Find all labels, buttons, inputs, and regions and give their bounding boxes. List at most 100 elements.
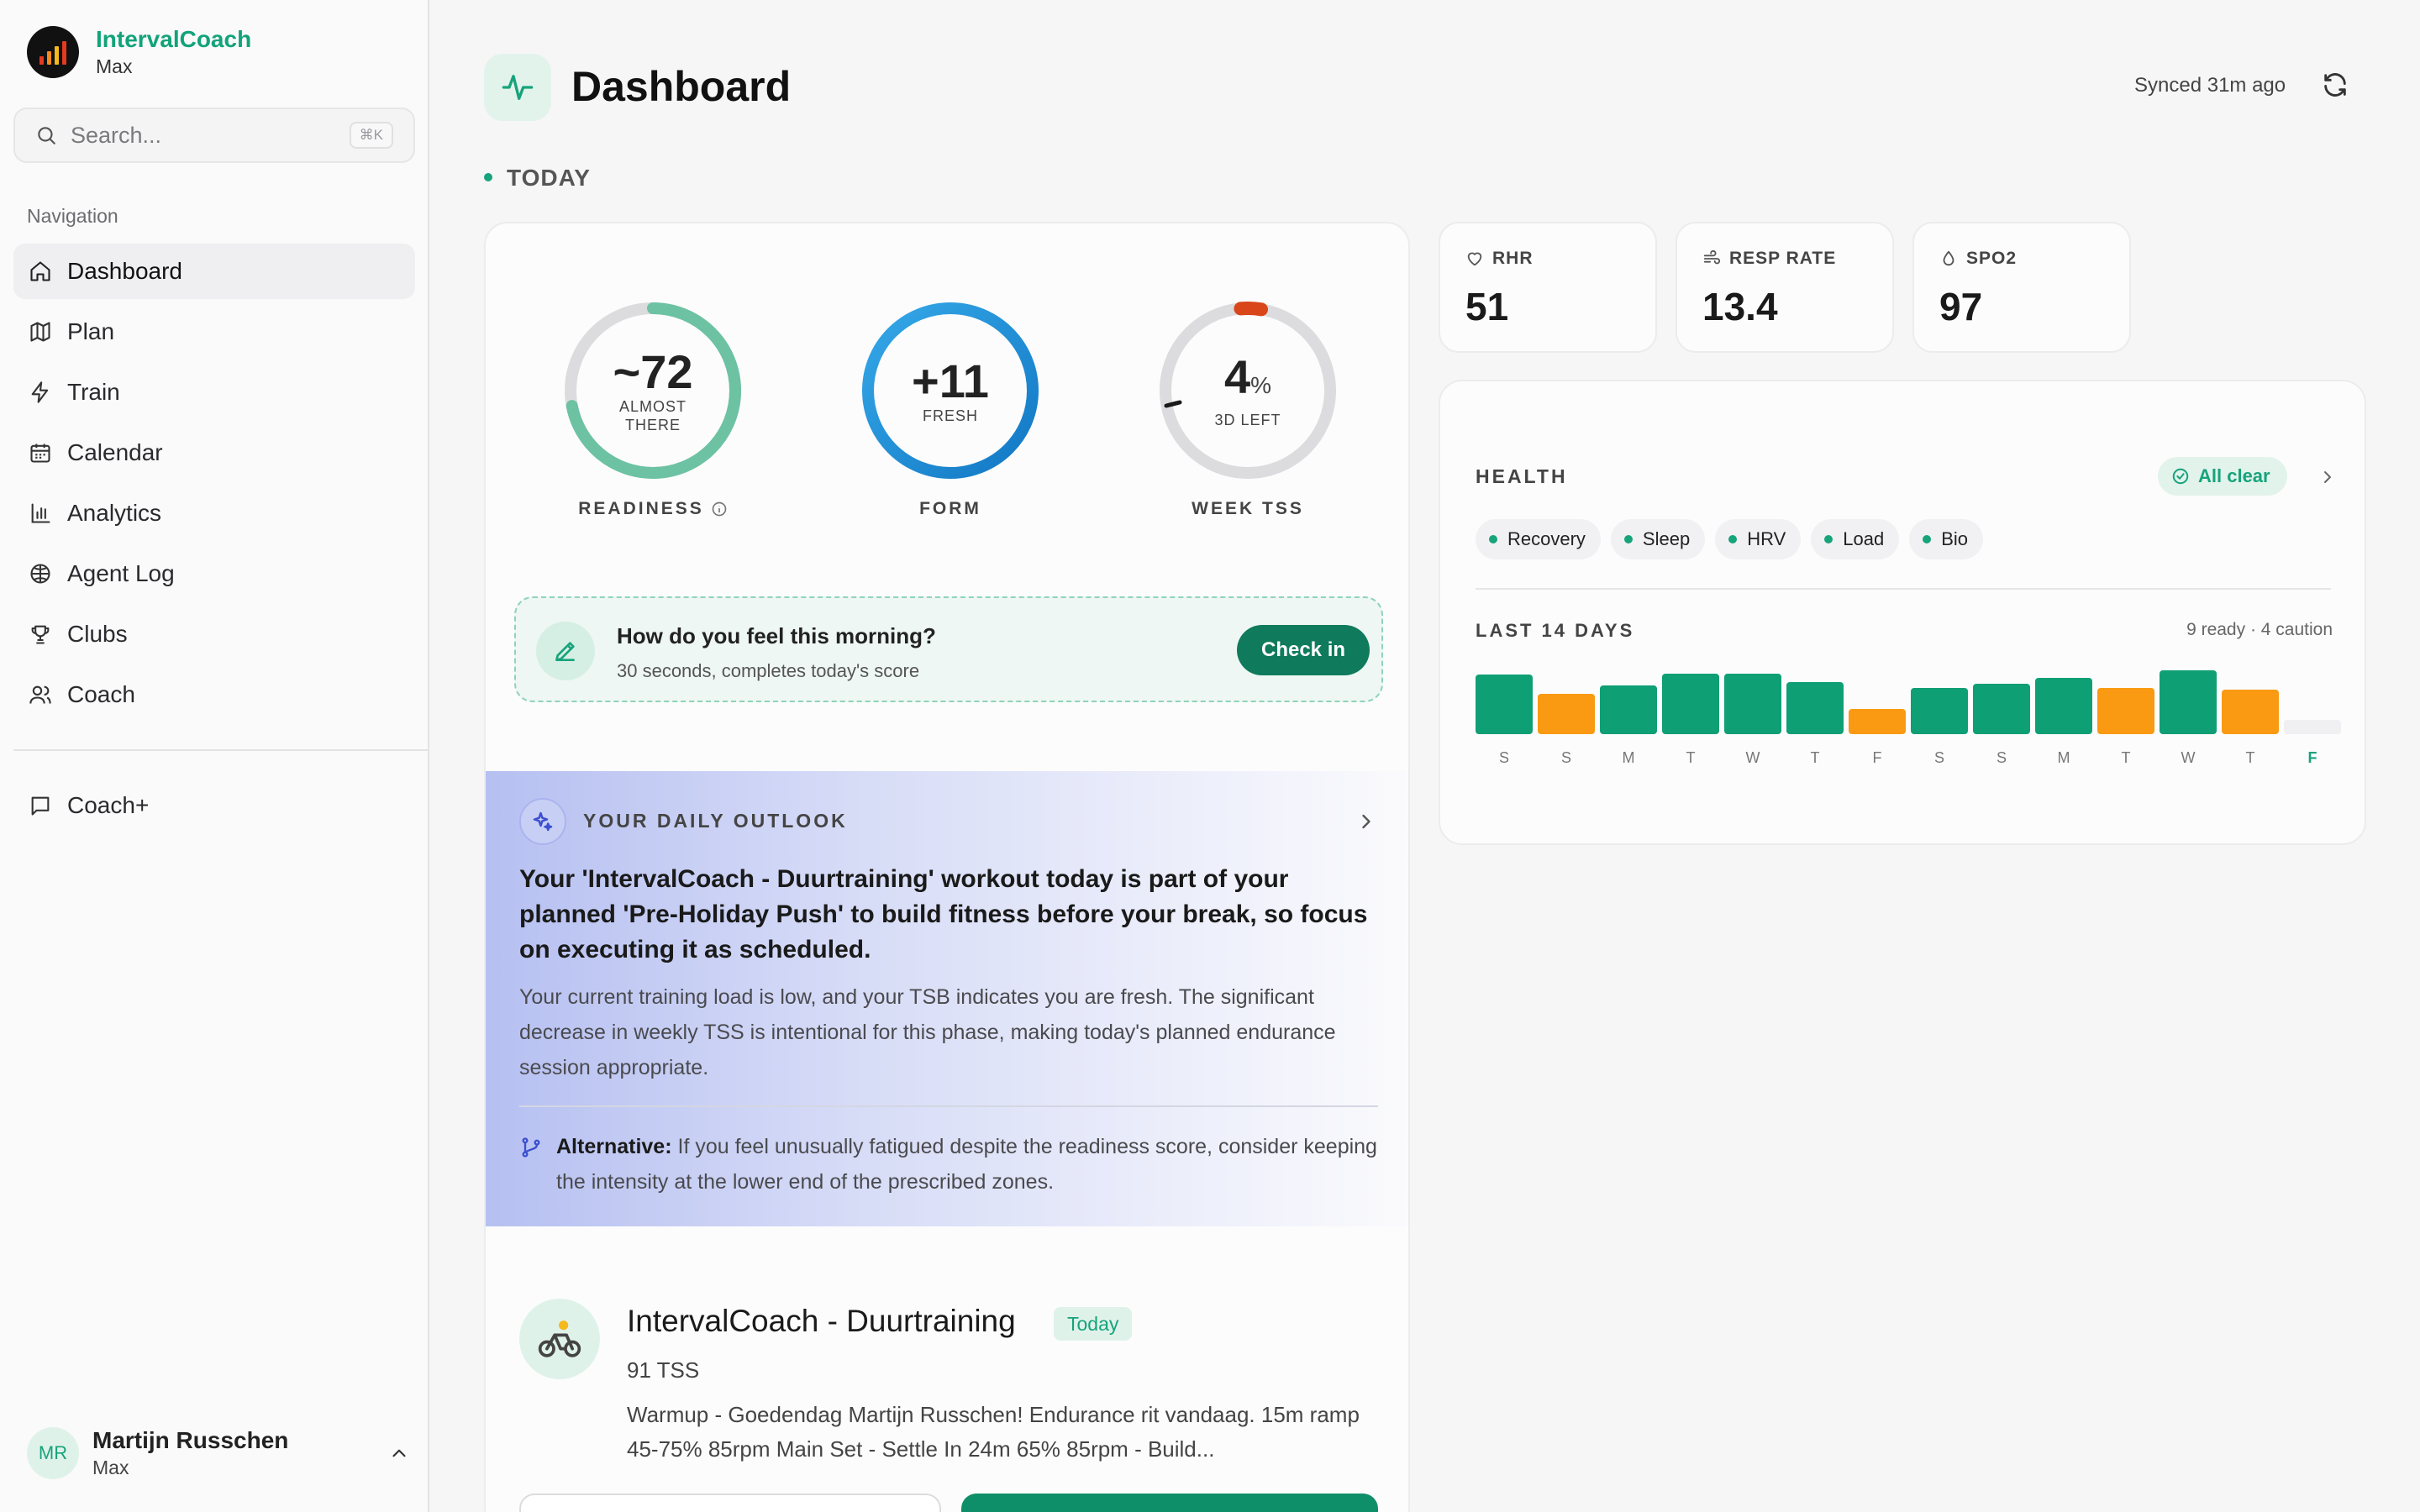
- sidebar-item-label: Analytics: [67, 500, 162, 526]
- chevron-up-icon: [392, 1449, 406, 1457]
- chip-label: HRV: [1747, 528, 1786, 549]
- sidebar-item-coach-plus[interactable]: Coach+: [13, 778, 415, 833]
- day-bar[interactable]: [1786, 682, 1844, 734]
- pencil-icon: [536, 622, 595, 680]
- health-card: HEALTH All clear Recovery Sleep HRV Load…: [1439, 380, 2366, 845]
- day-label: S: [1498, 749, 1509, 766]
- status-dot: [1489, 535, 1497, 543]
- form-status: FRESH: [922, 407, 978, 424]
- daily-outlook[interactable]: YOUR DAILY OUTLOOK Your 'IntervalCoach -…: [486, 771, 1408, 1226]
- trophy-icon: [27, 621, 54, 648]
- week-tss-value: 4%: [1224, 352, 1271, 411]
- sidebar-item-label: Coach+: [67, 792, 150, 818]
- day-label: W: [1745, 749, 1760, 766]
- day-bar[interactable]: [1911, 688, 1968, 734]
- day-bar[interactable]: [2035, 678, 2092, 734]
- chip-hrv[interactable]: HRV: [1715, 519, 1802, 559]
- user-menu[interactable]: MR Martijn Russchen Max: [27, 1426, 410, 1480]
- status-dot: [1728, 535, 1738, 543]
- sidebar-item-calendar[interactable]: Calendar: [13, 425, 415, 480]
- day-bar[interactable]: [1538, 694, 1595, 734]
- chip-sleep[interactable]: Sleep: [1610, 519, 1706, 559]
- resp-rate-card[interactable]: RESP RATE 13.4: [1676, 222, 1894, 353]
- nav-divider: [13, 749, 429, 751]
- wind-icon: [1703, 249, 1721, 265]
- day-bar[interactable]: [1724, 674, 1781, 734]
- health-status-badge[interactable]: All clear: [2158, 457, 2287, 496]
- activity-icon: [484, 54, 551, 121]
- bicycle-icon: [519, 1299, 600, 1379]
- form-ring[interactable]: +11 FRESH FORM: [860, 301, 1040, 519]
- outlook-headline: Your 'IntervalCoach - Duurtraining' work…: [519, 865, 1368, 963]
- sync-status: Synced 31m ago: [2134, 74, 2286, 97]
- chip-label: Load: [1843, 528, 1885, 549]
- day-bar[interactable]: [2097, 688, 2154, 734]
- day-label: S: [1933, 749, 1944, 766]
- workout-title[interactable]: IntervalCoach - Duurtraining: [627, 1304, 1016, 1339]
- sidebar-item-coach[interactable]: Coach: [13, 667, 415, 722]
- git-branch-icon: [522, 1137, 540, 1158]
- day-bar[interactable]: [1973, 684, 2030, 734]
- sidebar-item-analytics[interactable]: Analytics: [13, 486, 415, 541]
- sidebar-item-clubs[interactable]: Clubs: [13, 606, 415, 662]
- morning-checkin: How do you feel this morning? 30 seconds…: [514, 596, 1383, 702]
- day-bar[interactable]: [1600, 685, 1657, 734]
- day-bar[interactable]: [2160, 670, 2217, 734]
- sidebar-item-label: Agent Log: [67, 560, 175, 586]
- lightning-icon: [27, 379, 54, 406]
- sidebar: IntervalCoach Max Search... ⌘K Navigatio…: [0, 0, 429, 1512]
- logo-bar: [47, 51, 51, 65]
- health-title: HEALTH: [1476, 465, 1568, 487]
- brand[interactable]: IntervalCoach Max: [27, 25, 251, 79]
- workout-primary-button[interactable]: [961, 1494, 1378, 1512]
- check-in-button[interactable]: Check in: [1237, 625, 1370, 675]
- nav-heading: Navigation: [27, 205, 118, 227]
- rhr-card[interactable]: RHR 51: [1439, 222, 1657, 353]
- user-name: Martijn Russchen: [92, 1427, 289, 1453]
- status-dot: [1923, 535, 1932, 543]
- spo2-card[interactable]: SPO2 97: [1912, 222, 2131, 353]
- day-label: M: [2057, 749, 2070, 766]
- readiness-ring[interactable]: ~72 ALMOST THERE READINESS: [563, 301, 743, 519]
- sidebar-item-agent-log[interactable]: Agent Log: [13, 546, 415, 601]
- day-label: F: [1872, 749, 1882, 766]
- rhr-value: 51: [1465, 285, 1509, 328]
- health-chips: Recovery Sleep HRV Load Bio: [1476, 519, 1984, 559]
- brand-logo-icon: [27, 26, 79, 78]
- info-icon[interactable]: [711, 501, 728, 517]
- week-tss-ring[interactable]: 4% 3D LEFT WEEK TSS: [1158, 301, 1338, 519]
- brand-name: IntervalCoach: [96, 26, 252, 52]
- day-bar[interactable]: [1662, 674, 1719, 734]
- sidebar-item-dashboard[interactable]: Dashboard: [13, 244, 415, 299]
- last-14-days-labels: SSMTWTFSSMTWTF: [1476, 749, 2333, 771]
- chip-label: Sleep: [1642, 528, 1691, 549]
- sidebar-item-plan[interactable]: Plan: [13, 304, 415, 360]
- chip-load[interactable]: Load: [1811, 519, 1900, 559]
- chevron-right-icon[interactable]: [2317, 467, 2338, 487]
- workout-secondary-button[interactable]: [519, 1494, 941, 1512]
- sidebar-item-label: Train: [67, 379, 120, 405]
- day-bar[interactable]: [1849, 709, 1906, 734]
- sidebar-item-label: Plan: [67, 318, 115, 344]
- avatar: MR: [27, 1427, 79, 1479]
- brain-icon: [27, 560, 54, 587]
- chip-recovery[interactable]: Recovery: [1476, 519, 1601, 559]
- day-bar[interactable]: [1476, 675, 1533, 734]
- spo2-value: 97: [1939, 285, 1983, 328]
- heart-icon: [1467, 252, 1482, 266]
- sidebar-item-train[interactable]: Train: [13, 365, 415, 420]
- week-tss-unit: %: [1250, 372, 1272, 398]
- spo2-label: SPO2: [1966, 249, 2018, 268]
- search-input[interactable]: Search... ⌘K: [13, 108, 415, 163]
- last-14-days-title: LAST 14 DAYS: [1476, 620, 1635, 641]
- day-label: T: [1686, 749, 1696, 766]
- refresh-icon[interactable]: [2321, 71, 2349, 99]
- search-shortcut: ⌘K: [349, 122, 393, 149]
- chevron-right-icon[interactable]: [1355, 810, 1378, 833]
- day-bar[interactable]: [2222, 690, 2279, 734]
- chip-bio[interactable]: Bio: [1909, 519, 1984, 559]
- day-label: W: [2181, 749, 2196, 766]
- day-bar[interactable]: [2284, 720, 2341, 734]
- rhr-label: RHR: [1492, 249, 1534, 268]
- logo-bar: [39, 56, 44, 65]
